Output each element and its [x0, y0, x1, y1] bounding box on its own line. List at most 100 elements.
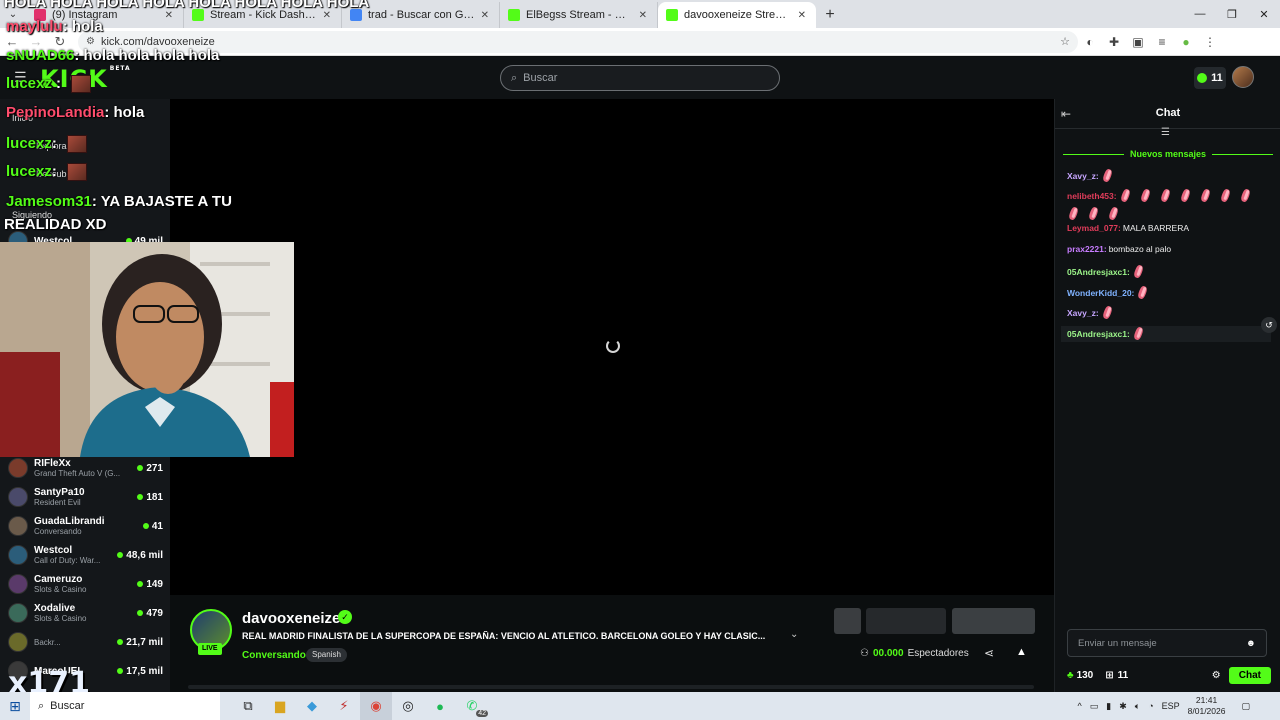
notifications-count: 11 — [1211, 72, 1223, 84]
sidebar-channel[interactable]: RIFleXx Grand Theft Auto V (G... 271 — [8, 454, 163, 482]
chat-message[interactable]: 05Andresjaxc1: — [1061, 326, 1271, 342]
pinned-filter-icon[interactable]: ☰ — [1161, 127, 1170, 138]
network-icon[interactable]: ▭ — [1090, 701, 1099, 712]
chat-message[interactable]: prax2221: bombazo al palo — [1067, 244, 1272, 254]
sidebar-channel[interactable]: SantyPa10 Resident Evil 181 — [8, 483, 163, 511]
close-window-icon[interactable]: ✕ — [1248, 0, 1280, 28]
channel-avatar — [8, 545, 28, 565]
chat-message[interactable]: 05Andresjaxc1: — [1067, 264, 1272, 280]
subscribe-button[interactable] — [952, 608, 1035, 634]
browser-tab[interactable]: davooxeneize Stream - Watch Live on Kick… — [658, 2, 816, 28]
clock[interactable]: 21:41 8/01/2026 — [1188, 695, 1226, 717]
bluetooth-icon[interactable]: ✱ — [1119, 701, 1127, 712]
live-dot-icon — [117, 668, 124, 674]
taskbar-search[interactable]: ⌕ Buscar — [30, 692, 220, 720]
app-icon[interactable]: ◆ — [296, 692, 328, 720]
chat-username[interactable]: 05Andresjaxc1: — [1067, 267, 1130, 277]
chat-username[interactable]: 05Andresjaxc1: — [1067, 329, 1130, 339]
wifi-icon[interactable]: ◔ — [1148, 701, 1153, 711]
follow-button[interactable] — [866, 608, 946, 634]
chat-username[interactable]: Xavy_z: — [1067, 171, 1099, 181]
stream-category[interactable]: Conversando — [242, 650, 306, 661]
tab-title: trad - Buscar con Google — [368, 9, 475, 21]
streamer-name[interactable]: davooxeneize — [242, 610, 340, 627]
sidebar-channel[interactable]: Cameruzo Slots & Casino 149 — [8, 570, 163, 598]
notifications-button[interactable]: 11 — [1194, 67, 1226, 89]
spotify-icon[interactable]: ● — [424, 692, 456, 720]
restore-icon[interactable]: ❐ — [1216, 0, 1248, 28]
chat-username[interactable]: nelibeth453: — [1067, 191, 1117, 201]
channel-points[interactable]: ♣ 130 — [1067, 670, 1093, 681]
channel-avatar — [8, 574, 28, 594]
sidebar-channel[interactable]: Westcol Call of Duty: War... 48,6 mil — [8, 541, 163, 569]
whatsapp-icon[interactable]: ✆ 42 — [456, 692, 488, 720]
whatsapp-badge: 42 — [476, 710, 488, 717]
chat-message-input[interactable]: Enviar un mensaje ☻ — [1067, 629, 1267, 657]
user-avatar[interactable] — [1232, 66, 1254, 88]
channel-avatar — [8, 632, 28, 652]
task-view-icon[interactable]: ⧉ — [232, 692, 264, 720]
live-dot-icon — [137, 581, 144, 587]
tray-chevron-icon[interactable]: ^ — [1078, 701, 1082, 711]
notification-center-icon[interactable]: ▢ — [1241, 701, 1250, 712]
chat-message[interactable]: Leymad_077: MALA BARRERA — [1067, 223, 1272, 233]
chat-message[interactable]: nelibeth453: — [1067, 188, 1272, 222]
close-tab-icon[interactable]: ✕ — [323, 10, 331, 21]
overlay-text: REALIDAD XD — [4, 216, 107, 233]
windows-start-icon[interactable]: ⊞ — [0, 692, 30, 720]
chat-username[interactable]: WonderKidd_20: — [1067, 288, 1134, 298]
sidebar-channel[interactable]: Xodalive Slots & Casino 479 — [8, 599, 163, 627]
overlay-chat-line: HOLA HOLA HOLA HOLA HOLA HOLA HOLA HOLA — [4, 0, 369, 11]
action-button-1[interactable] — [834, 608, 861, 634]
minimize-icon[interactable]: — — [1184, 0, 1216, 28]
sidebar-channel[interactable]: Backr... 21,7 mil — [8, 628, 163, 656]
language-tag[interactable]: Spanish — [306, 648, 347, 662]
chat-username[interactable]: Xavy_z: — [1067, 308, 1099, 318]
share-icon[interactable]: ⋖ — [984, 646, 994, 660]
search-input[interactable]: ⌕ Buscar — [500, 65, 780, 91]
extensions-puzzle-icon[interactable]: ✚ — [1102, 30, 1126, 54]
close-tab-icon[interactable]: ✕ — [798, 10, 806, 21]
microphone-icon[interactable]: ▮ — [1106, 701, 1111, 712]
webcam-picture — [0, 242, 294, 457]
bookmark-star-icon[interactable]: ☆ — [1060, 35, 1070, 48]
chat-username[interactable]: prax2221: — [1067, 244, 1107, 254]
browser-menu-icon[interactable]: ⋮ — [1198, 30, 1222, 54]
chrome-icon[interactable]: ◉ — [360, 692, 392, 720]
close-tab-icon[interactable]: ✕ — [165, 10, 173, 21]
chili-emote-icon — [1101, 305, 1115, 321]
report-icon[interactable]: ▲ — [1016, 646, 1027, 658]
sidebar-channel[interactable]: GuadaLibrandi Conversando 41 — [8, 512, 163, 540]
file-explorer-icon[interactable]: ▆ — [264, 692, 296, 720]
expand-title-icon[interactable]: ⌄ — [790, 629, 798, 640]
logo-badge: BETA — [109, 65, 131, 72]
site-info-icon[interactable]: ⚙ — [86, 36, 95, 47]
search-icon: ⌕ — [38, 699, 45, 712]
profile-avatar-icon[interactable]: ● — [1174, 30, 1198, 54]
volume-icon[interactable]: 🔈︎ — [1135, 701, 1140, 712]
reading-list-icon[interactable]: ≡ — [1150, 30, 1174, 54]
cast-icon[interactable]: ▣ — [1126, 30, 1150, 54]
chat-message[interactable]: WonderKidd_20: — [1067, 285, 1272, 301]
scroll-to-bottom-icon[interactable]: ↺ — [1261, 317, 1277, 333]
new-tab-button[interactable]: + — [816, 2, 844, 28]
extension-icon[interactable]: ◐ — [1078, 30, 1102, 54]
chat-message[interactable]: Xavy_z: — [1067, 305, 1272, 321]
browser-tab[interactable]: ElBegss Stream - Watch Live on Kick ✕ — [500, 2, 658, 28]
emoji-icon[interactable]: ☻ — [1246, 638, 1256, 649]
channel-name: GuadaLibrandi — [34, 516, 105, 527]
channel-text: SantyPa10 Resident Evil — [34, 487, 137, 507]
gift-subs[interactable]: ⊞ 11 — [1105, 670, 1128, 681]
obs-icon[interactable]: ◎ — [392, 692, 424, 720]
chili-emote-icon — [1132, 264, 1146, 280]
url-field[interactable]: ⚙ kick.com/davooxeneize ☆ — [78, 30, 1078, 53]
send-chat-button[interactable]: Chat — [1228, 666, 1271, 684]
video-player[interactable] — [170, 99, 1054, 595]
close-tab-icon[interactable]: ✕ — [481, 10, 489, 21]
close-tab-icon[interactable]: ✕ — [639, 10, 647, 21]
keyboard-language[interactable]: ESP — [1162, 701, 1180, 711]
chat-settings-icon[interactable]: ⚙ — [1212, 670, 1221, 681]
chat-username[interactable]: Leymad_077: — [1067, 223, 1121, 233]
media-app-icon[interactable]: ⚡ — [328, 692, 360, 720]
chat-message[interactable]: Xavy_z: — [1067, 168, 1272, 184]
